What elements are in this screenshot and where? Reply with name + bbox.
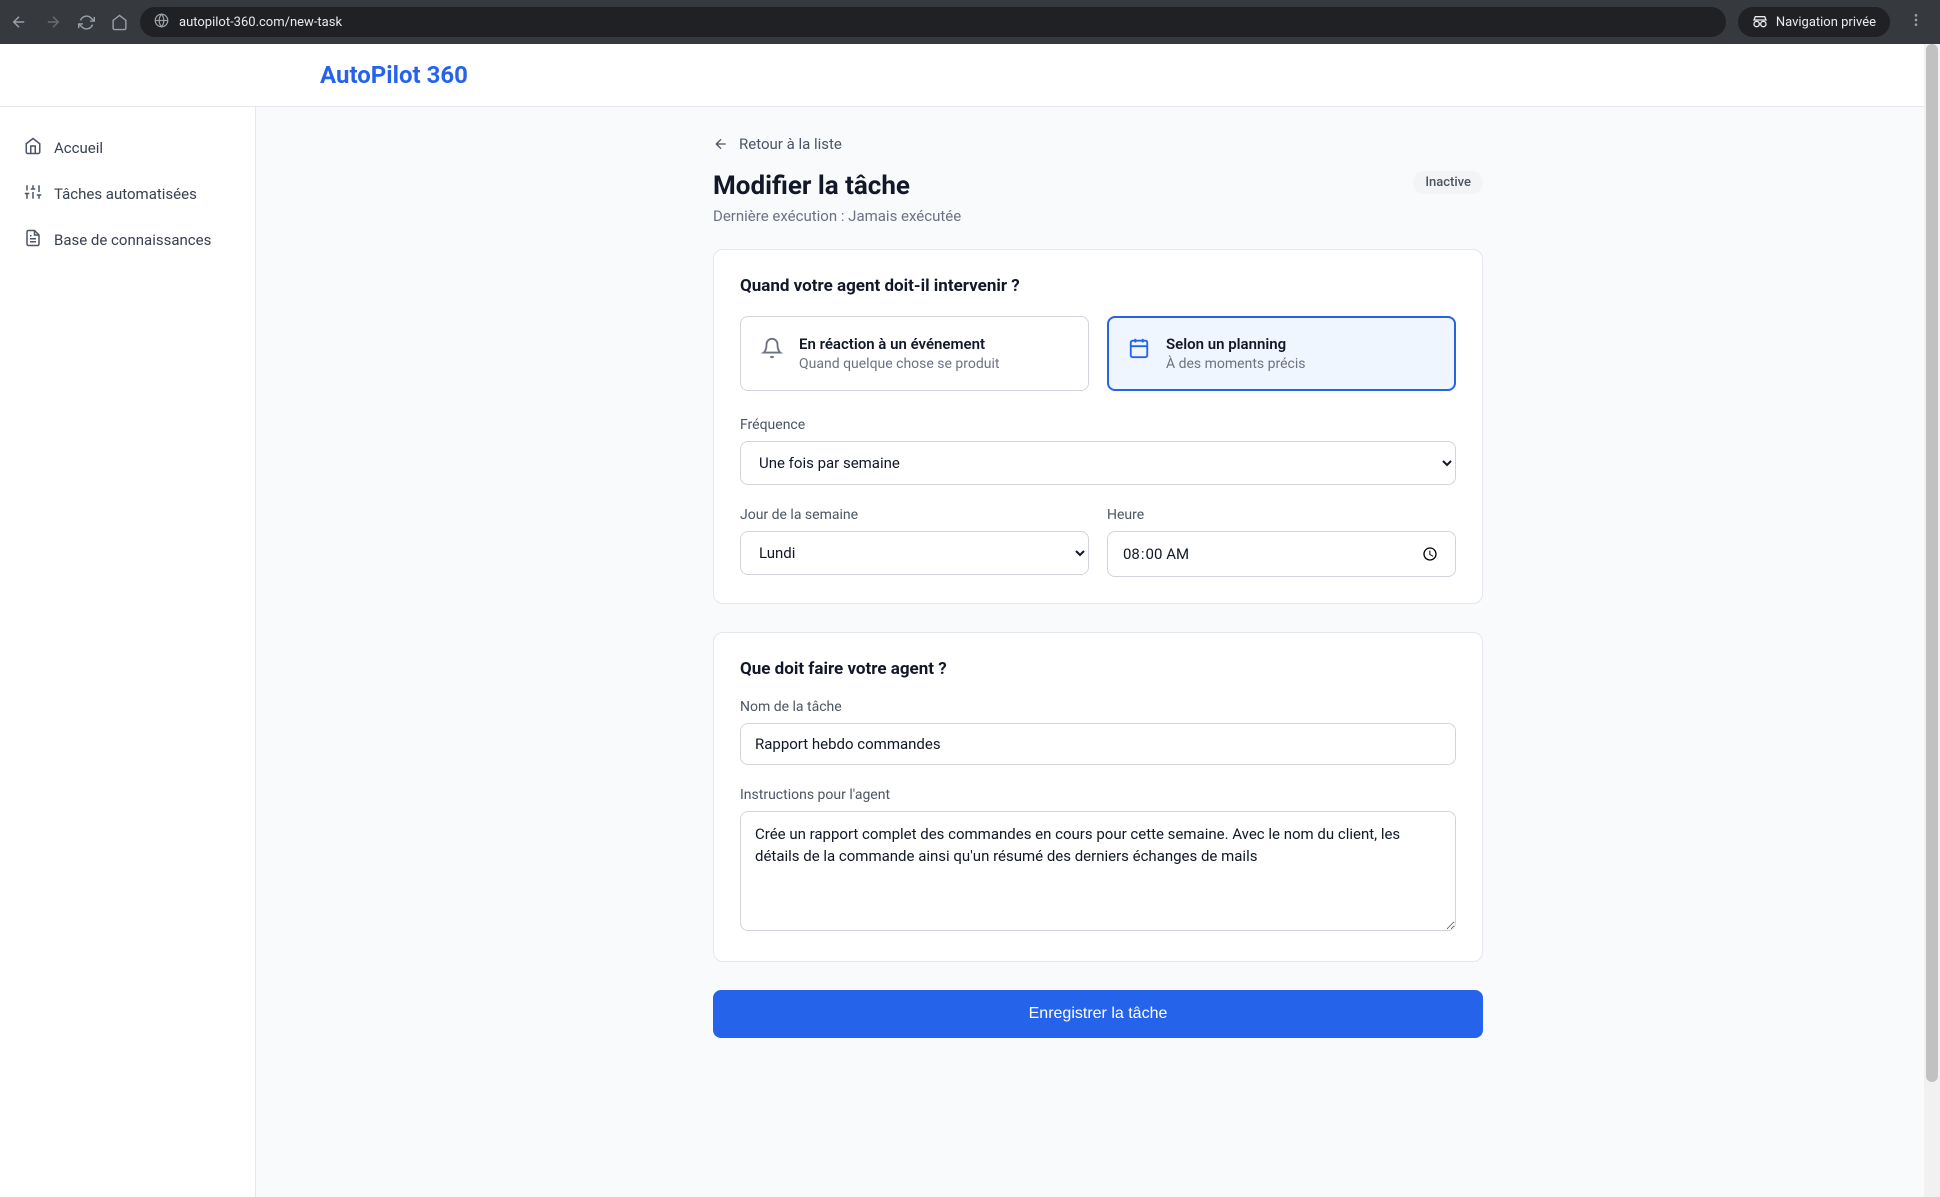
sidebar-item-tasks[interactable]: Tâches automatisées: [10, 171, 245, 217]
time-label: Heure: [1107, 507, 1456, 523]
home-icon[interactable]: [111, 14, 128, 31]
address-bar[interactable]: autopilot-360.com/new-task: [140, 7, 1726, 37]
app-header: AutoPilot 360: [0, 44, 1940, 107]
task-card-title: Que doit faire votre agent ?: [740, 659, 1456, 679]
instructions-textarea[interactable]: [740, 811, 1456, 931]
task-name-input[interactable]: [740, 723, 1456, 765]
trigger-option-title: Selon un planning: [1166, 335, 1305, 353]
home-icon: [24, 137, 42, 159]
day-select[interactable]: Lundi: [740, 531, 1089, 575]
back-label: Retour à la liste: [739, 135, 842, 153]
frequency-label: Fréquence: [740, 417, 1456, 433]
forward-icon[interactable]: [44, 13, 62, 31]
trigger-option-event[interactable]: En réaction à un événement Quand quelque…: [740, 316, 1089, 391]
sidebar-item-label: Accueil: [54, 139, 103, 157]
sidebar-item-label: Tâches automatisées: [54, 185, 197, 203]
task-card: Que doit faire votre agent ? Nom de la t…: [713, 632, 1483, 962]
page-title: Modifier la tâche: [713, 171, 961, 201]
browser-chrome: autopilot-360.com/new-task Navigation pr…: [0, 0, 1940, 44]
scrollbar[interactable]: [1924, 44, 1940, 1197]
save-button[interactable]: Enregistrer la tâche: [713, 990, 1483, 1038]
sidebar-item-knowledge[interactable]: Base de connaissances: [10, 217, 245, 263]
back-icon[interactable]: [10, 13, 28, 31]
app-logo[interactable]: AutoPilot 360: [320, 61, 468, 89]
globe-icon: [154, 13, 169, 32]
arrow-left-icon: [713, 136, 729, 152]
instructions-label: Instructions pour l'agent: [740, 787, 1456, 803]
trigger-option-schedule[interactable]: Selon un planning À des moments précis: [1107, 316, 1456, 391]
trigger-option-subtitle: À des moments précis: [1166, 356, 1305, 372]
status-badge: Inactive: [1413, 171, 1483, 194]
file-icon: [24, 229, 42, 251]
trigger-card-title: Quand votre agent doit-il intervenir ?: [740, 276, 1456, 296]
incognito-icon: [1752, 14, 1768, 30]
day-label: Jour de la semaine: [740, 507, 1089, 523]
time-input[interactable]: [1107, 531, 1456, 577]
trigger-option-subtitle: Quand quelque chose se produit: [799, 356, 999, 372]
trigger-card: Quand votre agent doit-il intervenir ? E…: [713, 249, 1483, 604]
sidebar-item-label: Base de connaissances: [54, 231, 211, 249]
scrollbar-thumb[interactable]: [1926, 44, 1938, 1082]
sliders-icon: [24, 183, 42, 205]
frequency-select[interactable]: Une fois par semaine: [740, 441, 1456, 485]
bell-icon: [761, 337, 783, 363]
page-subtitle: Dernière exécution : Jamais exécutée: [713, 207, 961, 225]
sidebar: Accueil Tâches automatisées Base de conn…: [0, 107, 256, 1197]
calendar-icon: [1128, 337, 1150, 363]
sidebar-item-home[interactable]: Accueil: [10, 125, 245, 171]
browser-menu-icon[interactable]: [1902, 12, 1930, 32]
main-content: Retour à la liste Modifier la tâche Dern…: [256, 107, 1940, 1197]
task-name-label: Nom de la tâche: [740, 699, 1456, 715]
back-link[interactable]: Retour à la liste: [713, 135, 842, 153]
url-text: autopilot-360.com/new-task: [179, 15, 342, 30]
reload-icon[interactable]: [78, 14, 95, 31]
incognito-badge[interactable]: Navigation privée: [1738, 7, 1890, 37]
trigger-option-title: En réaction à un événement: [799, 335, 999, 353]
incognito-label: Navigation privée: [1776, 15, 1876, 30]
